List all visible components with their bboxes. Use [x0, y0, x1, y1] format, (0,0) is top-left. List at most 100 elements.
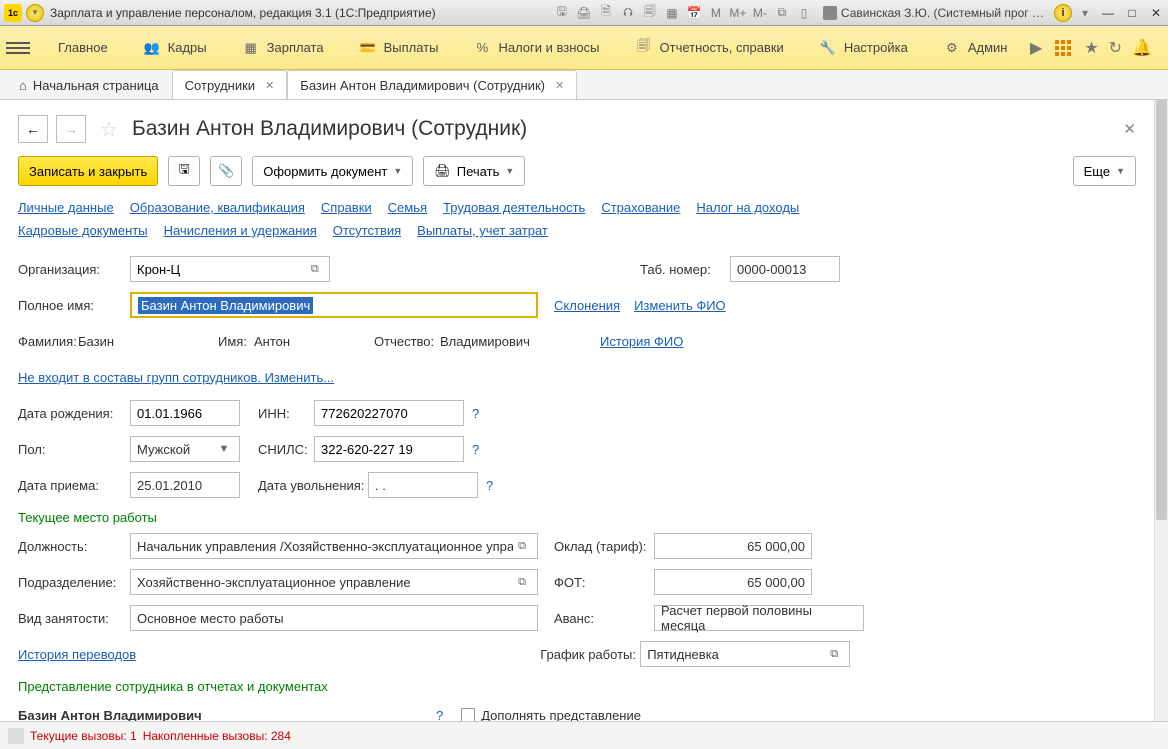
export-icon[interactable]: ⮉ — [618, 3, 638, 23]
snils-input[interactable] — [314, 436, 464, 462]
bell-icon[interactable]: 🔔 — [1132, 38, 1152, 58]
calendar-icon[interactable]: 📅 — [684, 3, 704, 23]
tab-close-icon[interactable]: ✕ — [555, 79, 564, 92]
position-field[interactable]: Начальник управления /Хозяйственно-экспл… — [130, 533, 538, 559]
favorite-star-icon[interactable]: ☆ — [100, 117, 118, 142]
schedule-field[interactable]: Пятидневка⧉ — [640, 641, 850, 667]
tab-home[interactable]: ⌂Начальная страница — [6, 70, 172, 99]
calc-icon: ▦ — [243, 40, 259, 56]
link-tax[interactable]: Налог на доходы — [696, 200, 799, 215]
link-hr-docs[interactable]: Кадровые документы — [18, 223, 148, 238]
tab-employees[interactable]: Сотрудники✕ — [172, 70, 288, 99]
fire-label: Дата увольнения: — [258, 478, 368, 493]
picker-icon[interactable]: ⧉ — [513, 576, 531, 589]
save-close-button[interactable]: Записать и закрыть — [18, 156, 158, 186]
picker-icon[interactable]: ⧉ — [307, 263, 323, 276]
gear-icon: ⚙ — [944, 40, 960, 56]
change-fio-link[interactable]: Изменить ФИО — [634, 298, 726, 313]
nav-forward-button[interactable]: → — [56, 115, 86, 143]
close-button[interactable]: ✕ — [1144, 5, 1168, 21]
menu-taxes[interactable]: %Налоги и взносы — [456, 26, 617, 69]
calc-icon[interactable]: ▦ — [662, 3, 682, 23]
more-button[interactable]: Еще▼ — [1073, 156, 1136, 186]
menu-main[interactable]: Главное — [40, 26, 126, 69]
picker-icon[interactable]: ⧉ — [513, 540, 531, 553]
apps-grid-icon[interactable] — [1052, 37, 1074, 59]
inn-input[interactable] — [314, 400, 464, 426]
help-icon[interactable]: ? — [472, 406, 479, 421]
birth-input[interactable] — [130, 400, 240, 426]
menu-staff[interactable]: 👥Кадры — [126, 26, 225, 69]
menu-settings[interactable]: 🔧Настройка — [802, 26, 926, 69]
page-header: ← → ☆ Базин Антон Владимирович (Сотрудни… — [18, 110, 1136, 148]
sex-select[interactable]: Мужской▼ — [130, 436, 240, 462]
minimize-button[interactable]: — — [1096, 5, 1120, 21]
star-icon[interactable]: ★ — [1084, 38, 1098, 58]
link-payouts[interactable]: Выплаты, учет затрат — [417, 223, 548, 238]
dept-field[interactable]: Хозяйственно-эксплуатационное управление… — [130, 569, 538, 595]
transfers-history-link[interactable]: История переводов — [18, 647, 136, 662]
link-refs[interactable]: Справки — [321, 200, 372, 215]
link-family[interactable]: Семья — [388, 200, 427, 215]
link-education[interactable]: Образование, квалификация — [130, 200, 305, 215]
vertical-scrollbar[interactable] — [1154, 100, 1168, 721]
help-icon[interactable]: ? — [486, 478, 493, 493]
printer-icon: 🖨 — [434, 163, 451, 179]
org-input[interactable]: ⧉ — [130, 256, 330, 282]
maximize-button[interactable]: □ — [1120, 5, 1144, 21]
save-icon[interactable]: 🖫 — [552, 3, 572, 23]
dropdown-icon[interactable]: ▾ — [26, 4, 44, 22]
content-area: ← → ☆ Базин Антон Владимирович (Сотрудни… — [0, 100, 1168, 721]
burger-menu-icon[interactable] — [6, 36, 30, 60]
declensions-link[interactable]: Склонения — [554, 298, 620, 313]
window-title: Зарплата и управление персоналом, редакц… — [50, 6, 436, 20]
menu-reports[interactable]: 🗐Отчетность, справки — [618, 26, 802, 69]
link-icon[interactable]: ⧉ — [772, 3, 792, 23]
tabs-bar: ⌂Начальная страница Сотрудники✕ Базин Ан… — [0, 70, 1168, 100]
mminus-icon[interactable]: M- — [750, 3, 770, 23]
m-icon[interactable]: M — [706, 3, 726, 23]
panel-icon[interactable]: ▯ — [794, 3, 814, 23]
menu-admin[interactable]: ⚙Админ — [926, 26, 1026, 69]
fio-history-link[interactable]: История ФИО — [600, 334, 683, 349]
toolbar: Записать и закрыть 🖫 📎 Оформить документ… — [18, 156, 1136, 186]
print-button[interactable]: 🖨Печать▼ — [423, 156, 525, 186]
attach-button[interactable]: 📎 — [210, 156, 242, 186]
user-indicator[interactable]: Савинская З.Ю. (Системный прог … — [823, 6, 1044, 20]
section-links-row1: Личные данные Образование, квалификация … — [18, 200, 1136, 215]
position-label: Должность: — [18, 539, 130, 554]
tab-employee-card[interactable]: Базин Антон Владимирович (Сотрудник)✕ — [287, 70, 577, 99]
groups-link[interactable]: Не входит в составы групп сотрудников. И… — [18, 370, 334, 385]
info-icon[interactable]: i — [1054, 4, 1072, 22]
birth-label: Дата рождения: — [18, 406, 130, 421]
user-name: Савинская З.Ю. (Системный прог … — [841, 6, 1044, 20]
link-accruals[interactable]: Начисления и удержания — [164, 223, 317, 238]
link-absences[interactable]: Отсутствия — [333, 223, 401, 238]
menu-salary[interactable]: ▦Зарплата — [225, 26, 342, 69]
chevron-down-icon[interactable]: ▼ — [215, 443, 233, 455]
salary-field: 65 000,00 — [654, 533, 812, 559]
nav-back-button[interactable]: ← — [18, 115, 48, 143]
link-personal[interactable]: Личные данные — [18, 200, 114, 215]
print-icon[interactable]: 🖨 — [574, 3, 594, 23]
create-document-button[interactable]: Оформить документ▼ — [252, 156, 413, 186]
extend-checkbox[interactable] — [461, 708, 475, 721]
menu-arrow-icon[interactable]: ▶ — [1030, 38, 1042, 58]
scrollbar-thumb[interactable] — [1156, 100, 1167, 520]
page-close-icon[interactable]: ✕ — [1123, 120, 1136, 138]
help-icon[interactable]: ? — [436, 708, 443, 722]
info-caret-icon[interactable]: ▾ — [1075, 3, 1095, 23]
mplus-icon[interactable]: M+ — [728, 3, 748, 23]
help-icon[interactable]: ? — [472, 442, 479, 457]
history-icon[interactable]: ↻ — [1109, 38, 1122, 58]
picker-icon[interactable]: ⧉ — [825, 648, 843, 661]
fullname-input[interactable]: Базин Антон Владимирович — [130, 292, 538, 318]
save-button[interactable]: 🖫 — [168, 156, 200, 186]
lastname-label: Фамилия: — [18, 334, 78, 349]
import-icon[interactable]: 🗐 — [640, 3, 660, 23]
link-insurance[interactable]: Страхование — [601, 200, 680, 215]
doc-icon[interactable]: 🗎 — [596, 3, 616, 23]
tab-close-icon[interactable]: ✕ — [265, 79, 274, 92]
menu-payments[interactable]: 💳Выплаты — [342, 26, 457, 69]
link-labor[interactable]: Трудовая деятельность — [443, 200, 585, 215]
